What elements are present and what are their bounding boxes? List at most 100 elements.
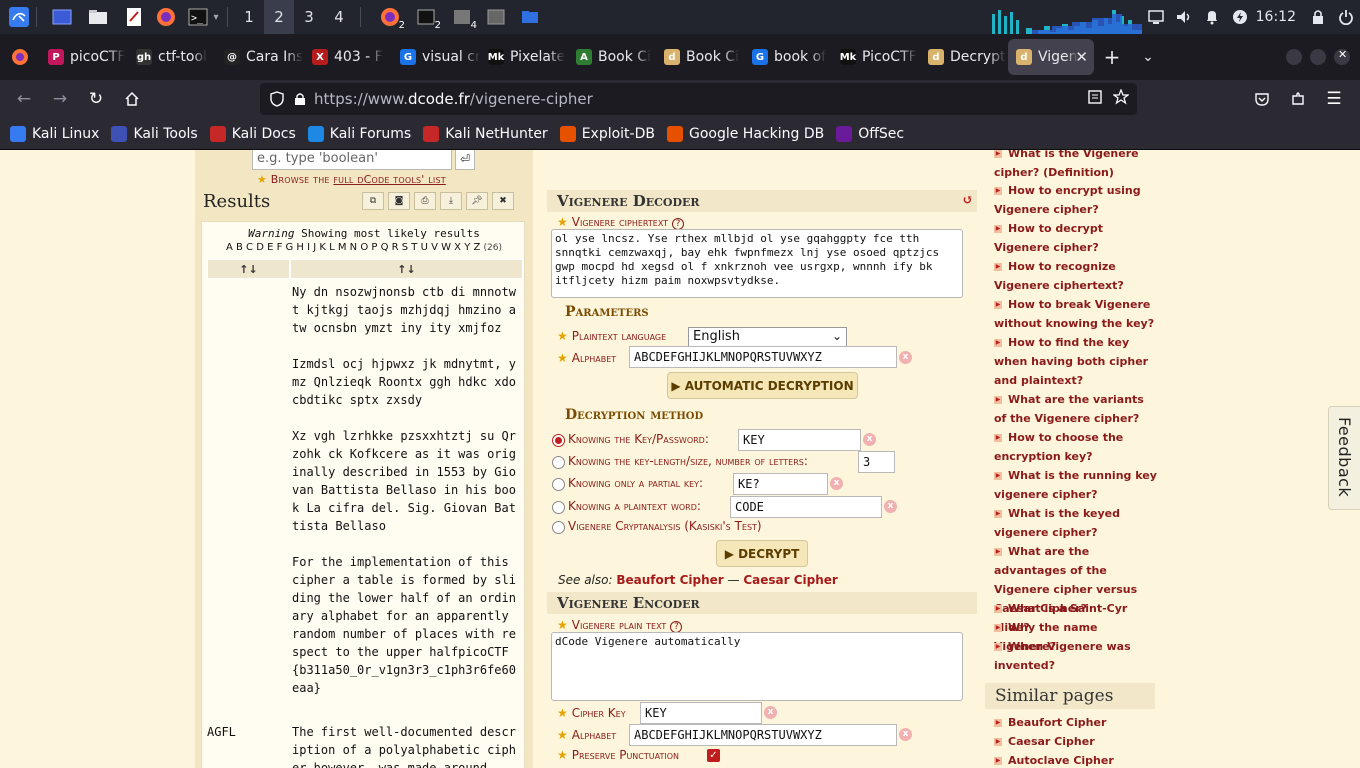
faq-link[interactable]: ▶ How to encrypt using Vigenere cipher?	[994, 181, 1159, 219]
list-all-tabs-button[interactable]: ⌄	[1130, 39, 1166, 75]
result-row[interactable]: Ny dn nsozwjnonsb ctb di mnnotwt kjtkgj …	[207, 279, 523, 715]
method-plaintext-word-radio[interactable]	[552, 501, 565, 514]
method-partial-key-input[interactable]: KE?	[733, 473, 828, 495]
home-button[interactable]	[114, 83, 150, 115]
faq-link[interactable]: ▶ What is the Vigenere cipher? (Definitio…	[994, 150, 1159, 182]
faq-link[interactable]: ▶ How to find the key when having both ci…	[994, 333, 1159, 390]
workspace-2[interactable]: 2	[264, 0, 294, 34]
faq-link[interactable]: ▶ What are the variants of the Vigenere c…	[994, 390, 1159, 428]
workspace-3[interactable]: 3	[294, 0, 324, 34]
alphabet-filter[interactable]: A B C D E F G H I J K L M N O P Q R S T …	[202, 242, 526, 253]
show-desktop-icon[interactable]	[51, 7, 73, 27]
download-icon[interactable]: ⤓	[440, 192, 462, 210]
bookmark-item[interactable]: Kali Forums	[307, 125, 411, 142]
method-key-radio[interactable]	[552, 434, 565, 447]
similar-page-link[interactable]: ▶ Caesar Cipher	[994, 732, 1159, 751]
browser-tab[interactable]: PpicoCTF	[40, 39, 128, 75]
print-icon[interactable]: ⎙	[414, 192, 436, 210]
browser-tab[interactable]: d Decrypt	[920, 39, 1008, 75]
new-tab-button[interactable]: +	[1094, 39, 1130, 75]
clear-cipher-key-icon[interactable]: x	[764, 706, 777, 719]
method-partial-key-radio[interactable]	[552, 478, 565, 491]
kali-menu-icon[interactable]	[8, 7, 30, 27]
browse-tools-link-text[interactable]: full dCode tools' list	[333, 173, 445, 186]
method-plaintext-word-input[interactable]: CODE	[730, 496, 882, 518]
maximize-button[interactable]	[1310, 49, 1326, 65]
firefox-launcher-icon[interactable]	[155, 7, 177, 27]
pocket-icon[interactable]	[1244, 83, 1280, 115]
plaintext-language-select[interactable]: English ⌄	[688, 327, 847, 347]
method-key-length-label[interactable]: Knowing the key-length/size, number of l…	[568, 454, 808, 468]
browser-tab[interactable]: Mk Pixelate	[480, 39, 568, 75]
preserve-punctuation-checkbox[interactable]: ✓	[707, 749, 720, 762]
tool-search-input[interactable]: e.g. type 'boolean'	[252, 150, 452, 170]
file-manager-icon[interactable]	[87, 7, 109, 27]
browser-tab[interactable]: Gvisual cr	[392, 39, 480, 75]
lock-screen-icon[interactable]	[1304, 0, 1332, 34]
decrypt-button[interactable]: ▶ DECRYPT	[716, 540, 808, 567]
tool-search-submit-button[interactable]: ⏎	[455, 150, 475, 170]
faq-link[interactable]: ▶ When Vigenere was invented?	[994, 637, 1159, 675]
cipher-key-input[interactable]: KEY	[640, 702, 762, 724]
pin-icon[interactable]: 📌︎	[466, 192, 488, 210]
forward-button[interactable]: →	[42, 83, 78, 115]
screenshot-icon[interactable]: ◙	[388, 192, 410, 210]
method-partial-key-label[interactable]: Knowing only a partial key:	[568, 476, 703, 490]
bookmark-item[interactable]: Kali NetHunter	[423, 125, 548, 142]
copy-icon[interactable]: ⧉	[362, 192, 384, 210]
faq-link[interactable]: ▶ What is the keyed vigenere cipher?	[994, 504, 1159, 542]
ciphertext-textarea[interactable]: ol yse lncsz. Yse rthex mllbjd ol yse gq…	[551, 229, 963, 298]
power-status-icon[interactable]	[1226, 0, 1254, 34]
sort-key-column-header[interactable]: ↑↓	[207, 259, 290, 279]
browser-tab[interactable]: X 403 - F	[304, 39, 392, 75]
faq-link[interactable]: ▶ How to choose the encryption key?	[994, 428, 1159, 466]
firefox-window-icon[interactable]: 2	[379, 7, 406, 31]
decoder-alphabet-input[interactable]: ABCDEFGHIJKLMNOPQRSTUVWXYZ	[629, 346, 897, 368]
browser-tab[interactable]: @ Cara Ins	[216, 39, 304, 75]
close-window-button[interactable]: ✕	[1334, 48, 1350, 65]
back-button[interactable]: ←	[6, 83, 42, 115]
close-icon[interactable]: ✖	[492, 192, 514, 210]
method-key-label[interactable]: Knowing the Key/Password:	[568, 432, 709, 446]
alphabet-letters[interactable]: A B C D E F G H I J K L M N O P Q R S T …	[226, 242, 480, 253]
faq-link[interactable]: ▶ How to break Vigenere without knowing t…	[994, 295, 1159, 333]
volume-icon[interactable]	[1170, 0, 1198, 34]
method-key-length-input[interactable]: 3	[858, 451, 895, 473]
sort-text-column-header[interactable]: ↑↓	[290, 259, 523, 279]
clear-key-icon[interactable]: x	[863, 433, 876, 446]
terminal-window-icon[interactable]: 2	[415, 7, 442, 31]
bookmark-item[interactable]: Kali Tools	[111, 125, 198, 142]
reload-button[interactable]: ↻	[78, 83, 114, 115]
feedback-tab[interactable]: Feedback	[1328, 406, 1360, 510]
clear-plaintext-word-icon[interactable]: x	[884, 500, 897, 513]
minimize-button[interactable]	[1286, 49, 1302, 65]
screenshot-tool-icon[interactable]	[485, 7, 507, 27]
bookmark-item[interactable]: Exploit-DB	[559, 125, 655, 142]
similar-page-link[interactable]: ▶ Beaufort Cipher	[994, 713, 1159, 732]
see-also-caesar-link[interactable]: Caesar Cipher	[743, 573, 838, 587]
text-editor-icon[interactable]	[123, 7, 145, 27]
url-bar[interactable]: https://www. dcode.fr/vigenere-cipher	[260, 83, 1137, 115]
workspace-4[interactable]: 4	[324, 0, 354, 34]
reader-view-icon[interactable]	[1087, 89, 1103, 109]
tracking-protection-icon[interactable]	[270, 91, 284, 107]
bookmark-item[interactable]: Kali Docs	[209, 125, 296, 142]
method-key-input[interactable]: KEY	[738, 429, 861, 451]
browser-tab[interactable]: Gbook of	[744, 39, 832, 75]
see-also-beaufort-link[interactable]: Beaufort Cipher	[616, 573, 723, 587]
faq-link[interactable]: ▶ How to decrypt Vigenere cipher?	[994, 219, 1159, 257]
folder-window-icon[interactable]	[519, 7, 541, 27]
browser-tab[interactable]: Mk PicoCTF	[832, 39, 920, 75]
faq-link[interactable]: ▶ What is the running key vigenere cipher…	[994, 466, 1159, 504]
reset-icon[interactable]: ↺	[962, 190, 973, 212]
faq-link[interactable]: ▶ How to recognize Vigenere ciphertext?	[994, 257, 1159, 295]
workspace-1[interactable]: 1	[234, 0, 264, 34]
firefox-view-icon[interactable]	[0, 39, 40, 75]
method-plaintext-word-label[interactable]: Knowing a plaintext word:	[568, 499, 701, 513]
lock-icon[interactable]	[294, 92, 306, 106]
encoder-alphabet-input[interactable]: ABCDEFGHIJKLMNOPQRSTUVWXYZ	[629, 724, 897, 746]
display-icon[interactable]	[1142, 0, 1170, 34]
clear-encoder-alphabet-icon[interactable]: x	[899, 728, 912, 741]
browser-tab[interactable]: d Book Ci	[656, 39, 744, 75]
method-key-length-radio[interactable]	[552, 456, 565, 469]
